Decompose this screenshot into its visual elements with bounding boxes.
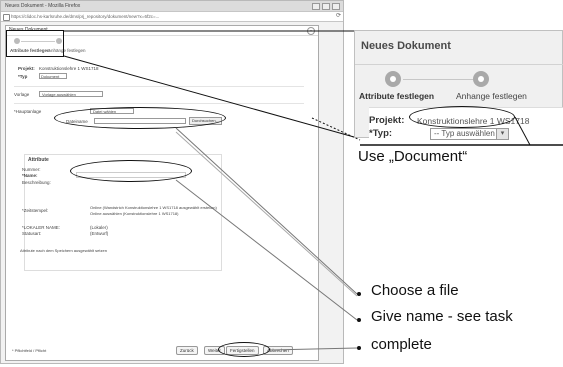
bullet-3: [357, 346, 361, 350]
zeitstempel-option-1[interactable]: Online (Wandstrich Konstruktionslehre 1 …: [90, 205, 217, 210]
new-document-dialog: Neues Dokument × Attribute festlegen Anh…: [5, 25, 319, 361]
typ-select[interactable]: Dokument: [39, 73, 67, 79]
attribute-section-title: Attribute: [28, 157, 49, 163]
callout-complete: complete: [371, 336, 432, 353]
beschreibung-label: Beschreibung:: [22, 180, 51, 185]
back-button[interactable]: Zurück: [176, 346, 198, 355]
zoom-separator: [355, 64, 563, 65]
typ-label: *Typ: [18, 74, 28, 79]
maximize-icon[interactable]: [322, 3, 330, 10]
nummer-label: Nummer:: [22, 167, 41, 172]
divider-mid: [14, 103, 304, 104]
dialog-close-icon[interactable]: ×: [307, 27, 315, 35]
zoom-step-connector: [403, 79, 473, 80]
divider-top: [14, 86, 304, 87]
lock-icon: [3, 14, 10, 21]
zoom-step-2[interactable]: Anhange festlegen: [456, 91, 527, 101]
footer-note: * Pflichtfeld / Pflicht: [12, 348, 47, 353]
address-bar[interactable]: https://clidoc.hs-karlsruhe.de/dms/prj_r…: [1, 12, 343, 22]
zoom-title: Neues Dokument: [361, 40, 451, 52]
status-value: (Entwurf): [90, 231, 109, 236]
save-attributes-checkbox-label[interactable]: Attribute nach dem Speichern ausgewählt …: [20, 248, 107, 253]
typ-select-value: Dokument: [41, 74, 60, 79]
lokal-value: (Lokaler): [90, 225, 108, 230]
typ-highlight-box: [6, 30, 64, 57]
zoom-typ-highlight-oval: [409, 106, 515, 128]
browser-titlebar: Neues Dokument - Mozilla Firefox: [1, 1, 343, 12]
zoom-projekt-label: Projekt:: [369, 115, 405, 126]
callout-use-document: Use „Document“: [358, 148, 468, 165]
zeitstempel-option-2[interactable]: Online auswählen (Konstruktionslehre 1 W…: [90, 211, 179, 216]
finish-highlight-oval: [218, 342, 270, 357]
vorlage-select[interactable]: Vorlage auswählen: [39, 91, 103, 97]
zoom-typ-select[interactable]: -- Typ auswählen -- ▾: [430, 128, 509, 140]
vorlage-select-value: Vorlage auswählen: [42, 92, 76, 97]
name-highlight-oval: [70, 160, 192, 182]
address-url[interactable]: https://clidoc.hs-karlsruhe.de/dms/prj_r…: [11, 14, 159, 19]
projekt-value: Konstruktionslehre 1 WS1718: [39, 66, 99, 71]
chevron-down-icon[interactable]: ▾: [496, 129, 508, 139]
projekt-label: Projekt:: [18, 66, 35, 71]
minimize-icon[interactable]: [312, 3, 320, 10]
window-controls[interactable]: [312, 3, 340, 10]
status-label: Statusart:: [22, 231, 42, 236]
bullet-2: [357, 318, 361, 322]
callout-give-name: Give name - see task: [371, 308, 513, 325]
name-label: *Name:: [22, 173, 38, 178]
close-window-icon[interactable]: [332, 3, 340, 10]
bullet-1: [357, 292, 361, 296]
lokal-label: *LOKALER NAME:: [22, 225, 61, 230]
refresh-icon[interactable]: ⟳: [336, 13, 341, 20]
zeitstempel-label: *Zeitstempel:: [22, 208, 49, 213]
vorlage-label: Vorlage: [14, 92, 30, 97]
hauptanlage-label: *Hauptanlage: [14, 109, 42, 114]
zoom-step-dot-2: [473, 71, 489, 87]
browser-title: Neues Dokument - Mozilla Firefox: [5, 3, 81, 9]
zoom-step-dot-1: [385, 71, 401, 87]
zoom-typ-label: *Typ:: [369, 128, 393, 139]
file-highlight-oval: [54, 107, 226, 129]
callout-choose-file: Choose a file: [371, 282, 459, 299]
zoom-step-1[interactable]: Attribute festlegen: [359, 91, 434, 101]
zoom-typ-select-value: -- Typ auswählen --: [434, 129, 503, 138]
